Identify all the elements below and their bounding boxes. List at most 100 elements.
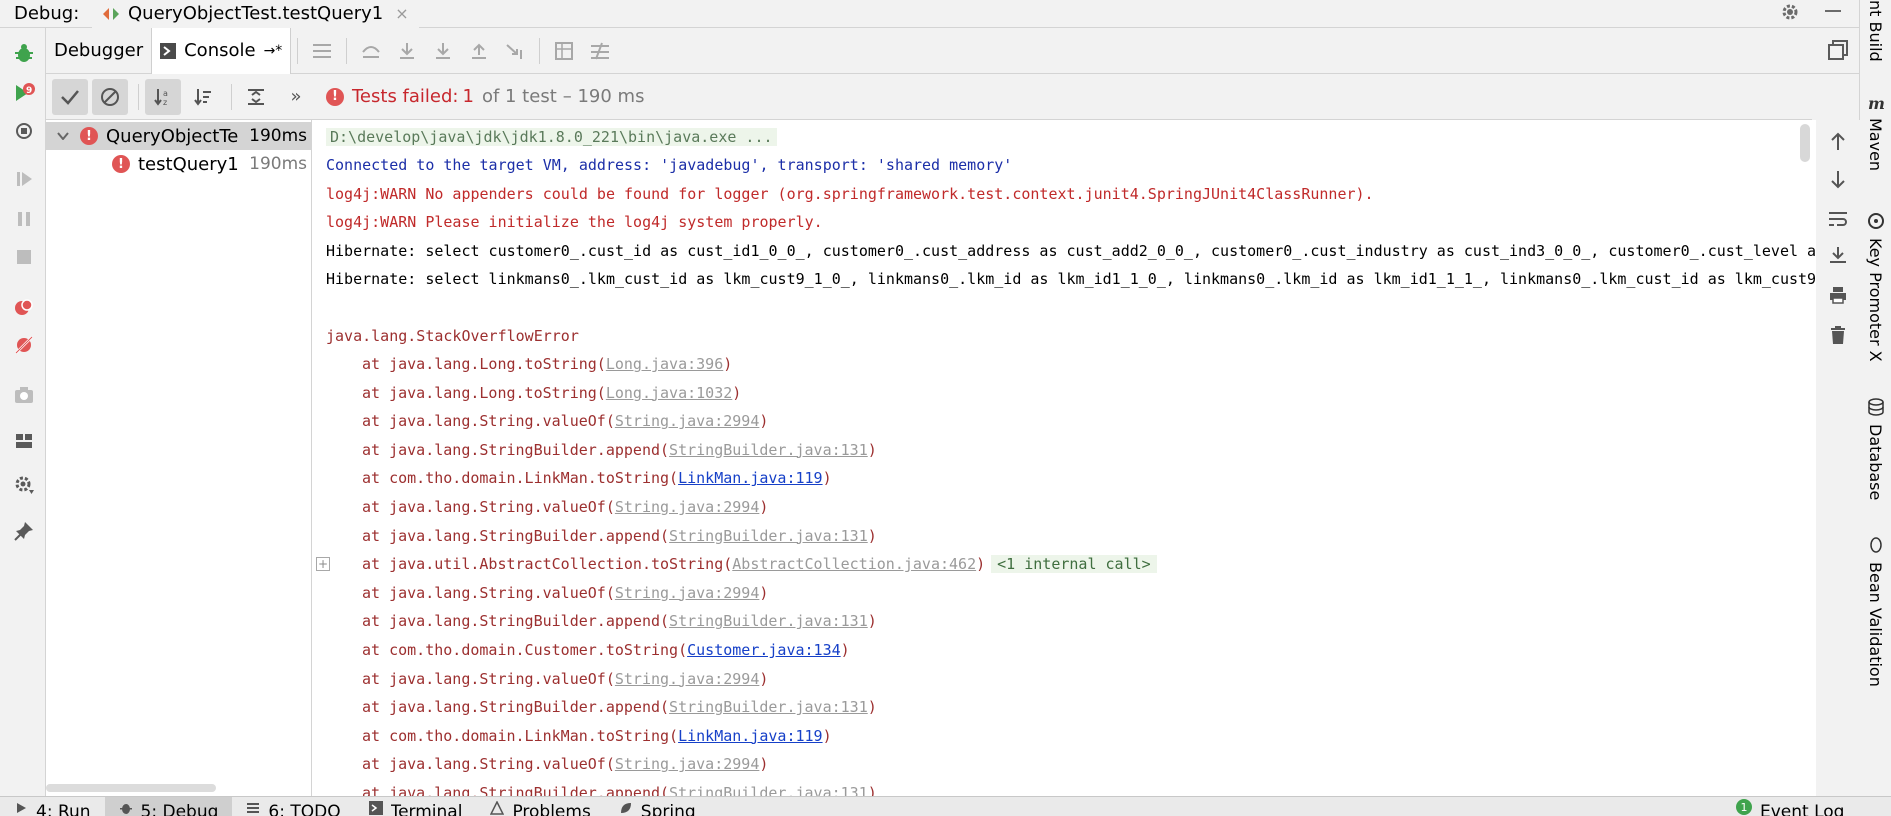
stack-frame-link[interactable]: StringBuilder.java:131	[669, 441, 868, 459]
show-frames-icon[interactable]	[304, 28, 340, 74]
stack-frame-link[interactable]: String.java:2994	[615, 412, 760, 430]
step-out-icon[interactable]	[461, 28, 497, 74]
sort-alphabetically-icon[interactable]: az	[145, 78, 181, 115]
stack-frame-close-paren: )	[840, 641, 850, 659]
clear-all-icon[interactable]	[1827, 324, 1849, 346]
restore-layout-icon[interactable]	[1828, 40, 1848, 64]
tab-console[interactable]: Console →*	[151, 27, 292, 74]
pin-icon[interactable]	[13, 520, 35, 542]
svg-text:9: 9	[26, 86, 32, 96]
stack-frame-method: at java.lang.StringBuilder.append(	[362, 440, 670, 459]
debug-label: Debug:	[14, 3, 80, 24]
stack-frame-link[interactable]: String.java:2994	[615, 584, 760, 602]
sort-by-duration-icon[interactable]	[185, 79, 221, 115]
stack-frame: at com.tho.domain.LinkMan.toString(LinkM…	[362, 465, 832, 491]
stack-frame-close-paren: )	[759, 583, 769, 602]
settings-icon[interactable]	[13, 474, 35, 496]
command-text: D:\develop\java\jdk\jdk1.8.0_221\bin\jav…	[326, 128, 777, 146]
stack-frame-close-paren: )	[759, 412, 769, 431]
view-breakpoints-icon[interactable]	[13, 296, 35, 318]
close-tab-icon[interactable]: ×	[395, 4, 408, 23]
fold-expand-icon[interactable]: +	[316, 557, 330, 572]
tab-debugger-label: Debugger	[54, 40, 144, 61]
debug-tool-button[interactable]: 5: Debug	[104, 797, 233, 816]
tree-item-time: 190ms	[249, 154, 307, 174]
layout-icon[interactable]	[13, 430, 35, 452]
stack-frame-link[interactable]: AbstractCollection.java:462	[732, 555, 976, 573]
tree-horizontal-scrollbar[interactable]	[46, 784, 216, 792]
spring-tool-button[interactable]: Spring	[605, 797, 710, 816]
bug-icon[interactable]	[13, 42, 35, 64]
run-to-cursor-icon[interactable]	[497, 28, 533, 74]
maven-tab[interactable]: Maven	[1866, 118, 1885, 171]
stack-frame-link[interactable]: String.java:2994	[615, 755, 760, 773]
minimize-icon[interactable]	[1824, 0, 1842, 25]
force-step-into-icon[interactable]	[425, 28, 461, 74]
stack-frame-link[interactable]: LinkMan.java:119	[678, 727, 823, 745]
more-actions-button[interactable]: »	[278, 79, 314, 115]
stack-frame-link[interactable]: StringBuilder.java:131	[669, 612, 868, 630]
console-vertical-scrollbar[interactable]	[1800, 124, 1810, 162]
console-line-warn: log4j:WARN No appenders could be found f…	[326, 185, 1374, 203]
chevron-down-icon[interactable]	[52, 132, 74, 140]
stack-frame-link[interactable]: StringBuilder.java:131	[669, 784, 868, 796]
stack-frame-method: at java.lang.Long.toString(	[362, 383, 606, 402]
stack-frame: at java.lang.String.valueOf(String.java:…	[362, 751, 768, 777]
todo-tool-button[interactable]: 6: TODO	[232, 797, 354, 816]
stack-frame-link[interactable]: StringBuilder.java:131	[669, 698, 868, 716]
ant-build-tab[interactable]: nt Build	[1866, 0, 1885, 62]
tree-item-test-class[interactable]: ! QueryObjectTe 190ms	[46, 122, 311, 150]
arrow-down-icon[interactable]	[1827, 169, 1849, 191]
show-passed-toggle[interactable]	[52, 78, 88, 115]
stack-frame: at java.lang.Long.toString(Long.java:396…	[362, 351, 732, 377]
show-ignored-toggle[interactable]	[92, 78, 128, 115]
step-into-icon[interactable]	[389, 28, 425, 74]
database-tab[interactable]: Database	[1866, 424, 1885, 500]
internal-call-fold[interactable]: <1 internal call>	[991, 555, 1157, 574]
camera-icon[interactable]	[13, 384, 35, 406]
stack-frame-link[interactable]: String.java:2994	[615, 498, 760, 516]
gear-icon[interactable]	[1780, 2, 1800, 27]
event-log-tool-button[interactable]: 1 Event Log	[1722, 797, 1858, 816]
restart-icon[interactable]	[13, 120, 35, 142]
rerun-icon[interactable]: 9	[13, 82, 35, 104]
pause-icon[interactable]	[13, 208, 35, 230]
terminal-tool-button[interactable]: Terminal	[355, 797, 477, 816]
stack-frame-link[interactable]: LinkMan.java:119	[678, 469, 823, 487]
run-tool-button[interactable]: 4: Run	[0, 797, 105, 816]
print-icon[interactable]	[1827, 284, 1849, 306]
stack-frame-link[interactable]: StringBuilder.java:131	[669, 527, 868, 545]
stack-frame-link[interactable]: Customer.java:134	[687, 641, 841, 659]
stack-frame-close-paren: )	[822, 726, 832, 745]
scroll-to-end-icon[interactable]	[1827, 245, 1849, 267]
tab-debugger[interactable]: Debugger	[46, 28, 151, 74]
bean-validation-tab[interactable]: Bean Validation	[1866, 562, 1885, 687]
mute-breakpoints-icon[interactable]	[13, 334, 35, 356]
tree-item-test-method[interactable]: ! testQuery1 190ms	[46, 150, 311, 178]
problems-tool-button[interactable]: Problems	[476, 797, 604, 816]
stack-frame-method: at com.tho.domain.LinkMan.toString(	[362, 726, 679, 745]
event-log-tool-label: Event Log	[1760, 802, 1845, 816]
stack-frame-link[interactable]: Long.java:396	[606, 355, 723, 373]
debug-titlebar: Debug: QueryObjectTest.testQuery1 ×	[0, 0, 1860, 28]
console-pin-glyph: →*	[263, 42, 283, 59]
stack-frame-link[interactable]: Long.java:1032	[606, 384, 732, 402]
debug-session-tab[interactable]: QueryObjectTest.testQuery1 ×	[92, 0, 419, 28]
separator	[297, 37, 299, 64]
console-icon	[160, 42, 177, 59]
arrow-up-icon[interactable]	[1827, 130, 1849, 152]
stack-frame-link[interactable]: String.java:2994	[615, 670, 760, 688]
debug-tabs-row: Debugger Console →*	[46, 27, 1859, 74]
expand-all-icon[interactable]	[238, 79, 274, 115]
console-output[interactable]: D:\develop\java\jdk\jdk1.8.0_221\bin\jav…	[312, 120, 1816, 796]
step-over-icon[interactable]	[353, 28, 389, 74]
trace-stream-icon[interactable]	[582, 28, 618, 74]
stop-icon[interactable]	[13, 246, 35, 268]
tests-duration: – 190 ms	[562, 86, 645, 107]
stack-frame: at java.lang.StringBuilder.append(String…	[362, 780, 877, 796]
console-line-command: D:\develop\java\jdk\jdk1.8.0_221\bin\jav…	[326, 124, 777, 150]
evaluate-expression-icon[interactable]	[546, 28, 582, 74]
soft-wrap-icon[interactable]	[1827, 208, 1849, 230]
key-promoter-tab[interactable]: Key Promoter X	[1866, 238, 1885, 362]
resume-icon[interactable]	[13, 168, 35, 190]
